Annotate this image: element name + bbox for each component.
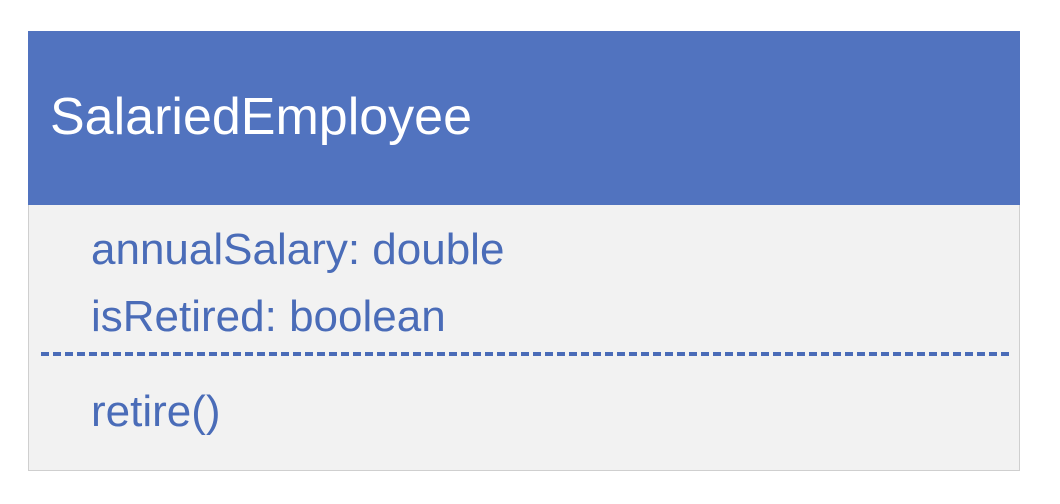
class-name: SalariedEmployee: [50, 88, 473, 146]
uml-class-box: SalariedEmployee annualSalary: double is…: [28, 31, 1020, 471]
attribute-annual-salary: annualSalary: double: [91, 225, 505, 274]
class-header: SalariedEmployee: [28, 31, 1020, 205]
section-divider: [41, 352, 1009, 356]
attribute-is-retired: isRetired: boolean: [91, 292, 446, 341]
method-retire: retire(): [91, 387, 221, 436]
